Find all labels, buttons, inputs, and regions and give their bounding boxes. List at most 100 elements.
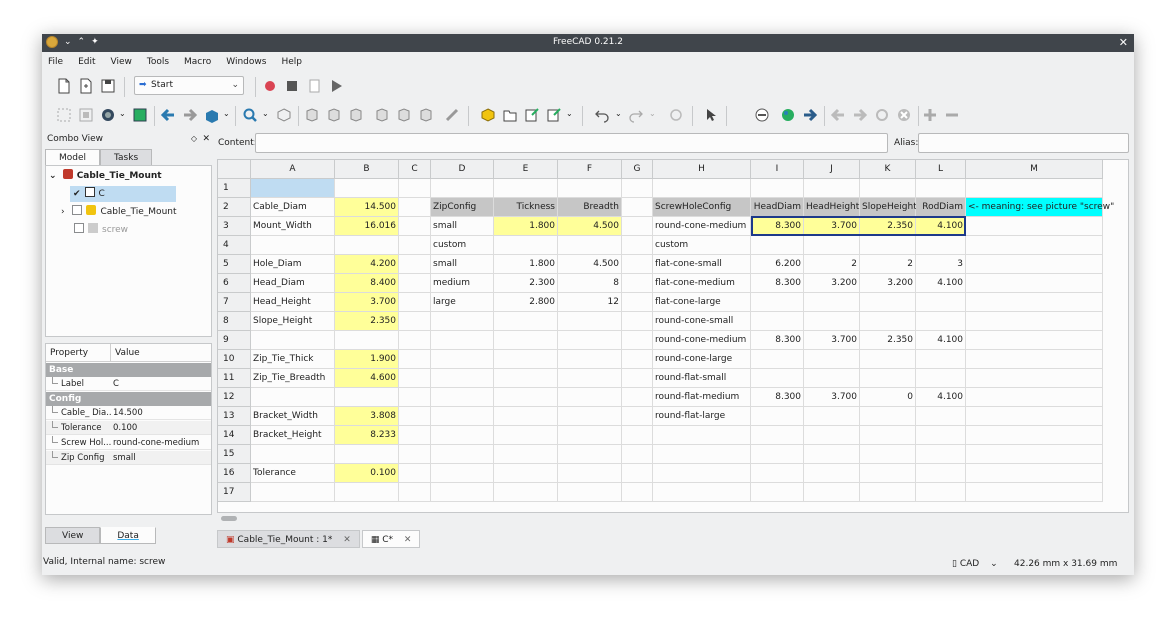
cell-e15[interactable] [494, 445, 558, 464]
cell-a1[interactable] [251, 179, 335, 198]
row-header-8[interactable]: 8 [218, 312, 251, 331]
property-row-screw-hole[interactable]: Screw Hol... round-cone-medium [46, 436, 211, 450]
cell-m17[interactable] [966, 483, 1103, 502]
cell-d12[interactable] [431, 388, 494, 407]
cell-c7[interactable] [399, 293, 431, 312]
cell-i14[interactable] [751, 426, 804, 445]
cell-f15[interactable] [558, 445, 622, 464]
cell-e16[interactable] [494, 464, 558, 483]
previous-page-icon[interactable] [830, 107, 846, 123]
cell-c9[interactable] [399, 331, 431, 350]
cell-j4[interactable] [804, 236, 860, 255]
cell-a13[interactable]: Bracket_Width [251, 407, 335, 426]
cell-e10[interactable] [494, 350, 558, 369]
row-header-10[interactable]: 10 [218, 350, 251, 369]
cell-e6[interactable]: 2.300 [494, 274, 558, 293]
cell-b6[interactable]: 8.400 [335, 274, 399, 293]
cell-f9[interactable] [558, 331, 622, 350]
menu-help[interactable]: Help [281, 57, 302, 67]
rear-view-icon[interactable] [374, 107, 390, 123]
cell-i15[interactable] [751, 445, 804, 464]
cell-k6[interactable]: 3.200 [860, 274, 916, 293]
cell-h15[interactable] [653, 445, 751, 464]
column-header-h[interactable]: H [653, 160, 751, 179]
fit-selection-icon[interactable] [78, 107, 94, 123]
check-icon[interactable]: ✔ [73, 189, 81, 199]
row-header-4[interactable]: 4 [218, 236, 251, 255]
cell-h14[interactable] [653, 426, 751, 445]
cell-e5[interactable]: 1.800 [494, 255, 558, 274]
cell-i1[interactable] [751, 179, 804, 198]
row-header-9[interactable]: 9 [218, 331, 251, 350]
column-header-i[interactable]: I [751, 160, 804, 179]
float-icon[interactable]: ◇ [191, 131, 197, 147]
cell-f13[interactable] [558, 407, 622, 426]
menu-file[interactable]: File [48, 57, 63, 67]
row-header-3[interactable]: 3 [218, 217, 251, 236]
cell-g15[interactable] [622, 445, 653, 464]
row-header-17[interactable]: 17 [218, 483, 251, 502]
cell-f5[interactable]: 4.500 [558, 255, 622, 274]
cell-b5[interactable]: 4.200 [335, 255, 399, 274]
cell-m2[interactable]: <- meaning: see picture "screw" [966, 198, 1114, 217]
column-header-a[interactable]: A [251, 160, 335, 179]
cell-k17[interactable] [860, 483, 916, 502]
property-row-tolerance[interactable]: Tolerance 0.100 [46, 421, 211, 435]
whats-this-icon[interactable] [704, 107, 720, 123]
back-arrow-icon[interactable] [160, 107, 176, 123]
row-header-14[interactable]: 14 [218, 426, 251, 445]
cell-g1[interactable] [622, 179, 653, 198]
cell-k9[interactable]: 2.350 [860, 331, 916, 350]
column-header-e[interactable]: E [494, 160, 558, 179]
close-icon[interactable]: ✕ [202, 131, 210, 147]
cell-j16[interactable] [804, 464, 860, 483]
execute-macro-icon[interactable] [328, 78, 344, 94]
cell-b15[interactable] [335, 445, 399, 464]
forward-arrow-icon[interactable] [182, 107, 198, 123]
cell-h2[interactable]: ScrewHoleConfig [653, 198, 751, 217]
cell-i2[interactable]: HeadDiam [751, 198, 804, 217]
cell-i10[interactable] [751, 350, 804, 369]
redo-icon[interactable] [628, 107, 644, 123]
cell-m5[interactable] [966, 255, 1103, 274]
cell-b7[interactable]: 3.700 [335, 293, 399, 312]
cell-j8[interactable] [804, 312, 860, 331]
cell-b2[interactable]: 14.500 [335, 198, 399, 217]
cell-f10[interactable] [558, 350, 622, 369]
cell-d8[interactable] [431, 312, 494, 331]
globe-icon[interactable] [780, 107, 796, 123]
property-row-zip-config[interactable]: Zip Config small [46, 451, 211, 465]
cell-g9[interactable] [622, 331, 653, 350]
cell-m9[interactable] [966, 331, 1103, 350]
column-header-m[interactable]: M [966, 160, 1103, 179]
cell-k1[interactable] [860, 179, 916, 198]
cell-d13[interactable] [431, 407, 494, 426]
column-header-l[interactable]: L [916, 160, 966, 179]
tab-model[interactable]: Model [45, 149, 101, 166]
cell-l8[interactable] [916, 312, 966, 331]
cell-i17[interactable] [751, 483, 804, 502]
cell-e9[interactable] [494, 331, 558, 350]
cell-c2[interactable] [399, 198, 431, 217]
cell-c14[interactable] [399, 426, 431, 445]
cell-c10[interactable] [399, 350, 431, 369]
cell-e17[interactable] [494, 483, 558, 502]
corner-header[interactable] [218, 160, 251, 179]
cell-f4[interactable] [558, 236, 622, 255]
chevron-down-icon[interactable]: ⌄ [119, 109, 126, 118]
cell-l1[interactable] [916, 179, 966, 198]
cell-a8[interactable]: Slope_Height [251, 312, 335, 331]
cell-l13[interactable] [916, 407, 966, 426]
horizontal-scrollbar[interactable] [221, 516, 237, 521]
cell-e8[interactable] [494, 312, 558, 331]
property-group-base[interactable]: Base [46, 363, 211, 377]
cell-b9[interactable] [335, 331, 399, 350]
remove-row-icon[interactable] [754, 107, 770, 123]
cell-j15[interactable] [804, 445, 860, 464]
column-header-f[interactable]: F [558, 160, 622, 179]
property-value[interactable]: 0.100 [113, 421, 137, 435]
spreadsheet-grid[interactable]: A B C D E F G H I J K L M 1 2 Cable_Diam 14.500 ZipConfig… [217, 159, 1129, 513]
cell-h9[interactable]: round-cone-medium [653, 331, 751, 350]
cell-f2[interactable]: Breadth [558, 198, 622, 217]
cell-h16[interactable] [653, 464, 751, 483]
